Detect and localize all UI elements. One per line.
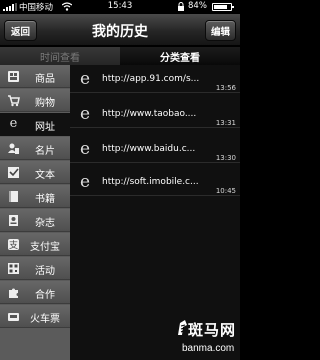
category-label: 活动 — [35, 266, 55, 277]
category-item-goods[interactable]: 商品 — [0, 65, 70, 88]
train-ticket-icon — [8, 313, 19, 321]
watermark-url: banma.com — [182, 343, 235, 354]
puzzle-icon — [9, 288, 18, 298]
history-item[interactable]: e http://app.91.com/s... 13:56 — [70, 68, 240, 93]
text-check-icon — [8, 167, 19, 178]
history-time: 13:30 — [215, 154, 236, 162]
browser-e-icon: e — [9, 116, 18, 131]
tab-time-view[interactable]: 时间查看 — [0, 47, 120, 65]
history-url: http://app.91.com/s... — [102, 74, 200, 84]
shop-icon — [8, 71, 19, 82]
category-item-events[interactable]: 活动 — [0, 257, 70, 280]
category-item-alipay[interactable]: 支 支付宝 — [0, 233, 70, 256]
svg-text:支: 支 — [9, 239, 18, 251]
tab-category-view[interactable]: 分类查看 — [120, 47, 240, 65]
category-label: 火车票 — [30, 314, 60, 325]
history-url: http://www.taobao.... — [102, 109, 197, 119]
category-label: 杂志 — [35, 218, 55, 229]
page-title: 我的历史 — [92, 24, 148, 40]
category-item-url[interactable]: e 网址 — [0, 113, 72, 136]
qr-code-icon — [8, 263, 19, 274]
category-item-cooperation[interactable]: 合作 — [0, 281, 70, 304]
category-label: 支付宝 — [30, 242, 60, 253]
history-item[interactable]: e http://soft.imobile.c... 10:45 — [70, 171, 240, 196]
watermark-text: 斑马网 — [188, 321, 237, 339]
history-time: 13:56 — [215, 84, 236, 92]
battery-percent: 84% — [188, 1, 207, 11]
history-url: http://www.baidu.c... — [102, 144, 196, 154]
history-time: 13:31 — [215, 119, 236, 127]
category-label: 合作 — [35, 290, 55, 301]
history-time: 10:45 — [215, 187, 236, 195]
navigation-bar: 返回 我的历史 编辑 — [0, 14, 240, 46]
category-item-text[interactable]: 文本 — [0, 161, 70, 184]
shopping-cart-icon — [8, 95, 20, 107]
status-bar: 中国移动 15:43 84% — [0, 0, 240, 14]
watermark: 斑马网 banma.com — [176, 315, 240, 360]
category-item-shopping[interactable]: 购物 — [0, 89, 70, 112]
battery-icon — [212, 3, 234, 11]
edit-button[interactable]: 编辑 — [205, 20, 236, 41]
browser-e-icon: e — [79, 69, 91, 89]
history-item[interactable]: e http://www.taobao.... 13:31 — [70, 103, 240, 128]
magazine-icon — [9, 215, 18, 226]
contact-card-icon — [8, 143, 19, 154]
category-label: 名片 — [35, 146, 55, 157]
category-sidebar: 商品 购物 e 网址 名片 文本 书籍 杂志 支 支付宝 活动 合作 火车票 — [0, 65, 72, 360]
category-label: 书籍 — [35, 194, 55, 205]
category-label: 商品 — [35, 74, 55, 85]
rotation-lock-icon — [178, 2, 184, 11]
category-label: 文本 — [35, 170, 55, 181]
history-url: http://soft.imobile.c... — [102, 177, 199, 187]
browser-e-icon: e — [79, 139, 91, 159]
category-item-card[interactable]: 名片 — [0, 137, 70, 160]
browser-e-icon: e — [79, 172, 91, 192]
book-icon — [9, 191, 18, 202]
category-label: 网址 — [35, 122, 55, 133]
alipay-icon: 支 — [8, 239, 19, 251]
category-label: 购物 — [35, 98, 55, 109]
browser-e-icon: e — [79, 104, 91, 124]
category-item-magazine[interactable]: 杂志 — [0, 209, 70, 232]
history-item[interactable]: e http://www.baidu.c... 13:30 — [70, 138, 240, 163]
view-tabs: 时间查看 分类查看 — [0, 47, 240, 65]
category-item-books[interactable]: 书籍 — [0, 185, 70, 208]
category-item-train-ticket[interactable]: 火车票 — [0, 305, 70, 328]
